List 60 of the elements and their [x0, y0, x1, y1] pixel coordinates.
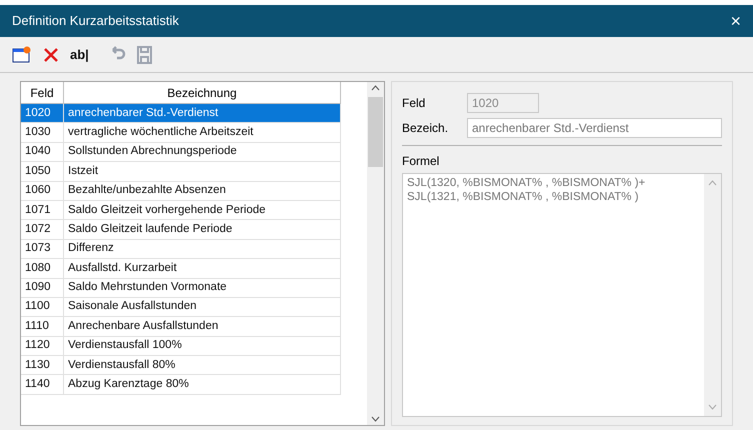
table-cell: 1120: [21, 336, 64, 356]
table-cell: 1040: [21, 142, 64, 162]
table-cell: 1073: [21, 240, 64, 260]
table-cell: Ausfallstd. Kurzarbeit: [64, 259, 341, 279]
table-cell: Bezahlte/unbezahlte Absenzen: [64, 182, 341, 201]
table-cell: Differenz: [64, 240, 341, 260]
table-cell: 1030: [21, 123, 64, 143]
table-cell: 1080: [21, 259, 64, 279]
table-row[interactable]: 1120 Verdienstausfall 100%: [21, 336, 341, 356]
table-cell: Abzug Karenztage 80%: [64, 375, 341, 395]
table-row[interactable]: 1140 Abzug Karenztage 80%: [21, 375, 341, 395]
table-row[interactable]: 1100 Saisonale Ausfallstunden: [21, 298, 341, 318]
table-row[interactable]: 1071 Saldo Gleitzeit vorhergehende Periode: [21, 200, 341, 220]
table-cell: 1020: [21, 104, 64, 124]
table-row[interactable]: 1060 Bezahlte/unbezahlte Absenzen: [21, 182, 341, 201]
table-cell: Saldo Gleitzeit vorhergehende Periode: [64, 200, 341, 220]
table-cell: Saldo Mehrstunden Vormonate: [64, 278, 341, 298]
table-row[interactable]: 1020 anrechenbarer Std.-Verdienst: [21, 104, 341, 124]
table-cell: 1072: [21, 220, 64, 240]
table-row[interactable]: 1073 Differenz: [21, 240, 341, 260]
formula-text: SJL(1320, %BISMONAT% , %BISMONAT% )+ SJL(1321, %BISMONAT% , %BISMONAT% ): [406, 176, 646, 205]
field-label: Feld: [402, 95, 426, 112]
delete-icon[interactable]: [42, 46, 60, 64]
table-cell: 1090: [21, 278, 64, 298]
table-cell: Istzeit: [64, 162, 341, 182]
table-cell: Sollstunden Abrechnungsperiode: [64, 142, 341, 162]
table-cell: 1130: [21, 356, 64, 376]
window-title: Definition Kurzarbeitsstatistik: [12, 12, 179, 30]
table-row[interactable]: 1080 Ausfallstd. Kurzarbeit: [21, 259, 341, 279]
table-row[interactable]: 1030 vertragliche wöchentliche Arbeitszeit: [21, 123, 341, 143]
text-input[interactable]: anrechenbarer Std.-Verdienst: [467, 118, 722, 138]
table-cell: Anrechenbare Ausfallstunden: [64, 317, 341, 337]
scrollbar-thumb[interactable]: [368, 97, 383, 167]
table-row[interactable]: 1050 Istzeit: [21, 162, 341, 182]
table-cell: 1050: [21, 162, 64, 182]
table-cell: Verdienstausfall 100%: [64, 336, 341, 356]
table-row[interactable]: 1130 Verdienstausfall 80%: [21, 356, 341, 376]
field-label: Bezeich.: [402, 120, 450, 137]
table-row[interactable]: 1072 Saldo Gleitzeit laufende Periode: [21, 220, 341, 240]
table-cell: 1100: [21, 298, 64, 318]
table-cell: Verdienstausfall 80%: [64, 356, 341, 376]
new-window-icon[interactable]: [12, 46, 32, 64]
table-cell: vertragliche wöchentliche Arbeitszeit: [64, 123, 341, 143]
table-row[interactable]: 1090 Saldo Mehrstunden Vormonate: [21, 278, 341, 298]
table-cell: 1060: [21, 182, 64, 201]
rename-button[interactable]: ab|: [70, 44, 89, 64]
table-cell: 1071: [21, 200, 64, 220]
table-cell: 1140: [21, 375, 64, 395]
scroll-up-icon[interactable]: [371, 85, 380, 91]
table-cell: 1110: [21, 317, 64, 337]
table-row[interactable]: 1040 Sollstunden Abrechnungsperiode: [21, 142, 341, 162]
table-row[interactable]: 1110 Anrechenbare Ausfallstunden: [21, 317, 341, 337]
table-cell: anrechenbarer Std.-Verdienst: [64, 104, 341, 124]
field-label: Formel: [402, 153, 440, 170]
close-button[interactable]: ×: [730, 12, 741, 30]
table-cell: Saisonale Ausfallstunden: [64, 298, 341, 318]
table-cell: Saldo Gleitzeit laufende Periode: [64, 220, 341, 240]
formula-textarea[interactable]: SJL(1320, %BISMONAT% , %BISMONAT% )+ SJL(1321, %BISMONAT% , %BISMONAT% ): [402, 173, 722, 417]
scroll-down-icon[interactable]: [371, 416, 380, 422]
vertical-scrollbar[interactable]: [367, 82, 384, 425]
